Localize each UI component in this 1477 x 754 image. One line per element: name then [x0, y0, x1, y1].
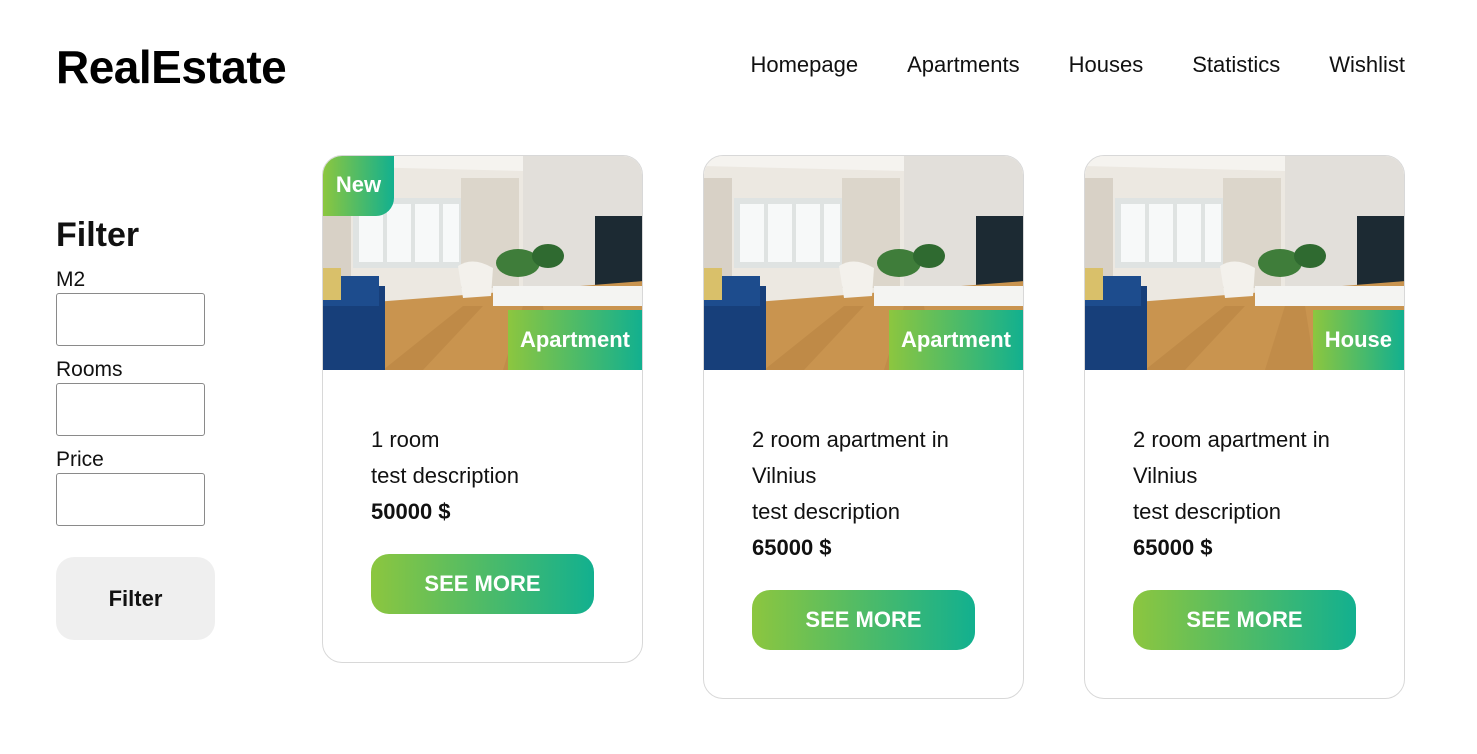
- listing-price: 65000 $: [1133, 535, 1213, 560]
- filter-panel: Filter M2 Rooms Price Filter: [56, 216, 216, 640]
- nav-wishlist[interactable]: Wishlist: [1329, 52, 1405, 78]
- m2-label: M2: [56, 268, 86, 291]
- price-label: Price: [56, 448, 104, 471]
- see-more-button[interactable]: SEE MORE: [752, 590, 975, 650]
- price-input[interactable]: [56, 473, 205, 526]
- listing-price: 50000 $: [371, 499, 451, 524]
- listing-title: 1 room: [371, 427, 440, 452]
- type-badge: Apartment: [888, 310, 1023, 370]
- listing-description: test description: [1133, 499, 1281, 524]
- listing-image[interactable]: House: [1085, 156, 1404, 370]
- nav-statistics[interactable]: Statistics: [1192, 52, 1280, 78]
- see-more-button[interactable]: SEE MORE: [371, 554, 594, 614]
- listing-description: test description: [371, 463, 519, 488]
- listing-price: 65000 $: [752, 535, 832, 560]
- listing-image[interactable]: Apartment: [704, 156, 1023, 370]
- nav-houses[interactable]: Houses: [1069, 52, 1144, 78]
- rooms-label: Rooms: [56, 358, 123, 381]
- listing-title: 2 room apartment in Vilnius: [752, 427, 949, 488]
- main-nav: Homepage Apartments Houses Statistics Wi…: [750, 52, 1405, 78]
- type-badge: House: [1312, 310, 1404, 370]
- listing-card: House 2 room apartment in Vilnius test d…: [1084, 155, 1405, 699]
- type-badge: Apartment: [507, 310, 642, 370]
- filter-button[interactable]: Filter: [56, 557, 215, 640]
- new-badge: New: [323, 156, 394, 216]
- nav-apartments[interactable]: Apartments: [907, 52, 1020, 78]
- see-more-button[interactable]: SEE MORE: [1133, 590, 1356, 650]
- nav-homepage[interactable]: Homepage: [750, 52, 858, 78]
- filter-title: Filter: [56, 216, 140, 254]
- listing-card: New Apartment 1 room test description 50…: [322, 155, 643, 663]
- m2-input[interactable]: [56, 293, 205, 346]
- logo[interactable]: RealEstate: [56, 40, 287, 94]
- listing-description: test description: [752, 499, 900, 524]
- listing-image[interactable]: New Apartment: [323, 156, 642, 370]
- rooms-input[interactable]: [56, 383, 205, 436]
- listing-card: Apartment 2 room apartment in Vilnius te…: [703, 155, 1024, 699]
- listing-title: 2 room apartment in Vilnius: [1133, 427, 1330, 488]
